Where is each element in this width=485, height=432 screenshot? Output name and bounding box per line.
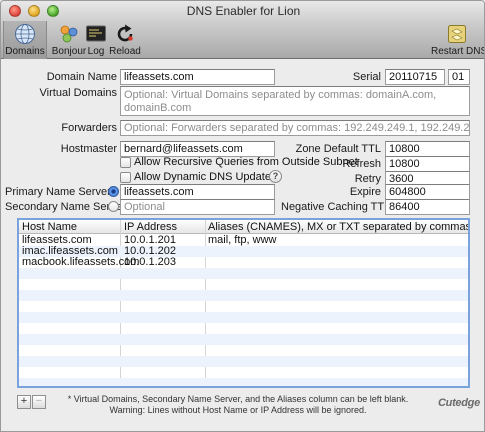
toolbar-restart-dns-label: Restart DNS — [431, 46, 485, 57]
empty-table-row[interactable] — [19, 268, 468, 279]
expire-field[interactable]: 604800 — [385, 184, 470, 200]
recursive-queries-checkbox[interactable] — [120, 157, 131, 168]
empty-table-row[interactable] — [19, 334, 468, 345]
domain-settings-panel: Domain Name lifeassets.com Serial 201107… — [1, 60, 484, 431]
reload-icon — [117, 24, 133, 42]
toolbar-reload-label: Reload — [109, 46, 141, 57]
forwarders-field[interactable]: Optional: Forwarders separated by commas… — [120, 120, 470, 136]
serial-field[interactable]: 20110715 — [385, 69, 445, 85]
empty-table-row[interactable] — [19, 301, 468, 312]
forwarders-label: Forwarders — [61, 122, 117, 134]
toolbar-reload-button[interactable]: Reload — [109, 21, 141, 59]
virtual-domains-field[interactable]: Optional: Virtual Domains separated by c… — [120, 86, 470, 116]
title-bar: DNS Enabler for Lion — [1, 1, 484, 21]
toolbar-domains-button[interactable]: Domains — [3, 21, 47, 59]
primary-ns-label: Primary Name Server — [5, 186, 111, 198]
negative-caching-label: Negative Caching TTL — [281, 201, 391, 213]
hostmaster-label: Hostmaster — [60, 143, 117, 155]
empty-table-row[interactable] — [19, 356, 468, 367]
toolbar-domains-label: Domains — [5, 46, 45, 57]
serial-suffix-field[interactable]: 01 — [448, 69, 470, 85]
globe-icon — [15, 24, 35, 44]
domain-name-label: Domain Name — [46, 71, 117, 83]
zone-ttl-label: Zone Default TTL — [295, 143, 381, 155]
toolbar-log-button[interactable]: Log — [83, 21, 109, 59]
aliases-cell[interactable]: mail, ftp, www — [208, 235, 276, 246]
secondary-ns-radio[interactable] — [108, 201, 119, 212]
empty-table-row[interactable] — [19, 345, 468, 356]
host-name-cell[interactable]: macbook.lifeassets.com — [22, 257, 139, 268]
table-header: Host Name IP Address Aliases (CNAMES), M… — [19, 220, 468, 234]
empty-table-row[interactable] — [19, 312, 468, 323]
virtual-domains-label: Virtual Domains — [39, 87, 117, 99]
cutedge-logo: Cutedge — [438, 397, 480, 409]
dynamic-dns-checkbox[interactable] — [120, 172, 131, 183]
primary-ns-radio[interactable] — [108, 186, 119, 197]
table-row[interactable]: macbook.lifeassets.com 10.0.1.203 — [19, 257, 468, 268]
column-header-host-name[interactable]: Host Name — [22, 221, 77, 233]
add-row-button[interactable]: + — [17, 395, 31, 409]
help-icon[interactable]: ? — [269, 170, 282, 183]
primary-ns-field[interactable]: lifeassets.com — [120, 184, 275, 200]
footnote-line-2: Warning: Lines without Host Name or IP A… — [109, 405, 367, 415]
expire-label: Expire — [349, 186, 381, 198]
empty-table-row[interactable] — [19, 323, 468, 334]
column-header-ip-address[interactable]: IP Address — [124, 221, 177, 233]
toolbar: Domains Bonjour Log Reload Restart DNS — [1, 21, 485, 59]
window-title: DNS Enabler for Lion — [186, 4, 301, 18]
empty-table-row[interactable] — [19, 290, 468, 301]
empty-table-row[interactable] — [19, 378, 468, 386]
toolbar-log-label: Log — [87, 46, 105, 57]
domain-name-field[interactable]: lifeassets.com — [120, 69, 275, 85]
serial-label: Serial — [352, 71, 381, 83]
secondary-ns-field[interactable]: Optional — [120, 199, 275, 215]
app-window: DNS Enabler for Lion Domains Bonjour Log… — [0, 0, 485, 432]
refresh-field[interactable]: 10800 — [385, 156, 470, 172]
footnote-line-1: * Virtual Domains, Secondary Name Server… — [67, 394, 409, 404]
empty-table-row[interactable] — [19, 367, 468, 378]
negative-caching-field[interactable]: 86400 — [385, 199, 470, 215]
dynamic-dns-label: Allow Dynamic DNS Updates — [134, 171, 277, 183]
empty-table-row[interactable] — [19, 279, 468, 290]
bonjour-icon — [60, 25, 78, 43]
secondary-ns-label: Secondary Name Server — [5, 201, 126, 213]
hostmaster-field[interactable]: bernard@lifeassets.com — [120, 141, 275, 157]
toolbar-restart-dns-button[interactable]: Restart DNS — [431, 21, 485, 59]
remove-row-button[interactable]: − — [32, 395, 46, 409]
retry-label: Retry — [354, 173, 381, 185]
log-console-icon — [86, 25, 106, 42]
zone-ttl-field[interactable]: 10800 — [385, 141, 470, 157]
hosts-table[interactable]: Host Name IP Address Aliases (CNAMES), M… — [17, 218, 470, 388]
column-header-aliases[interactable]: Aliases (CNAMES), MX or TXT separated by… — [208, 221, 468, 233]
ip-address-cell[interactable]: 10.0.1.203 — [124, 257, 176, 268]
refresh-label: Refresh — [342, 158, 381, 170]
restart-dns-icon — [448, 25, 466, 43]
